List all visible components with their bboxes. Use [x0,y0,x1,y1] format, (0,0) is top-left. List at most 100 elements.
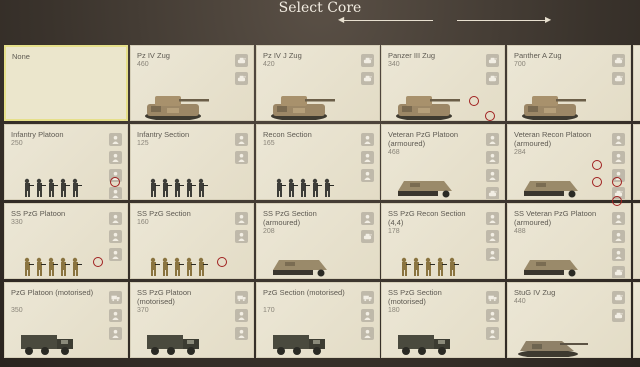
unit-card[interactable]: SS PzG Platoon (motorised) 370 [130,282,254,358]
person-slot-icon[interactable] [109,133,122,146]
person-slot-icon[interactable] [612,248,625,261]
unit-cost: 700 [514,61,526,68]
title-divider-left [343,20,433,21]
truck-slot-icon[interactable] [235,291,248,304]
person-slot-icon[interactable] [235,212,248,225]
truck-slot-icon[interactable] [109,291,122,304]
unit-card[interactable]: PzG Section (motorised) 170 [256,282,380,358]
tank-slot-icon[interactable] [612,72,625,85]
person-slot-icon[interactable] [109,151,122,164]
unit-cost: 440 [514,298,526,305]
person-slot-icon[interactable] [486,133,499,146]
unit-card-partial[interactable] [633,203,640,279]
person-slot-icon[interactable] [486,248,499,261]
person-slot-icon[interactable] [361,133,374,146]
truck-slot-icon[interactable] [486,291,499,304]
unit-card[interactable]: PzG Platoon (motorised) 350 [4,282,128,358]
unit-card[interactable]: Pz IV Zug 460 [130,45,254,121]
person-slot-icon[interactable] [361,212,374,225]
unit-card-partial[interactable] [633,45,640,121]
halftrack-slot-icon[interactable] [612,266,625,278]
highlight-ring-icon [592,160,602,170]
unit-cost: 460 [137,61,149,68]
unit-cost: 420 [263,61,275,68]
person-slot-icon[interactable] [109,309,122,322]
unit-cost: 208 [263,228,275,235]
tank-slot-icon[interactable] [486,72,499,85]
tank-slot-icon[interactable] [612,291,625,304]
unit-card[interactable]: Infantry Section 125 [130,124,254,200]
tank-icon [271,96,335,120]
unit-cost: 350 [11,307,23,314]
unit-cost: 160 [137,219,149,226]
person-slot-icon[interactable] [235,151,248,164]
person-slot-icon[interactable] [109,248,122,261]
person-slot-icon[interactable] [486,327,499,340]
tank-slot-icon[interactable] [361,54,374,67]
scroll-right-arrow-icon[interactable]: ▶ [545,16,551,24]
person-slot-icon[interactable] [235,133,248,146]
person-slot-icon[interactable] [486,169,499,182]
person-slot-icon[interactable] [486,212,499,225]
tank-slot-icon[interactable] [612,54,625,67]
person-slot-icon[interactable] [612,230,625,243]
halftrack-slot-icon[interactable] [486,187,499,199]
unit-cost: 250 [11,140,23,147]
person-slot-icon[interactable] [109,187,122,199]
unit-card[interactable]: Panzer III Zug 340 [381,45,505,121]
title-divider-right [457,20,547,21]
unit-card[interactable]: Veteran Recon Platoon (armoured) 284 [507,124,631,200]
person-slot-icon[interactable] [109,327,122,340]
person-slot-icon[interactable] [109,212,122,225]
unit-cost: 178 [388,228,400,235]
unit-cost: 125 [137,140,149,147]
tank-slot-icon[interactable] [486,54,499,67]
person-slot-icon[interactable] [235,327,248,340]
person-slot-icon[interactable] [235,309,248,322]
unit-card[interactable]: SS PzG Platoon 330 [4,203,128,279]
unit-card[interactable]: Panther A Zug 700 [507,45,631,121]
infantry-squad-icon [150,178,208,197]
person-slot-icon[interactable] [486,230,499,243]
unit-card[interactable]: SS PzG Section (armoured) 208 [256,203,380,279]
tank-slot-icon[interactable] [235,72,248,85]
highlight-ring-icon [110,177,120,187]
header: Select Core ◀ ▶ [0,0,640,44]
truck-icon [273,335,325,355]
core-unit-grid: None Pz IV Zug 460 Pz IV J Zug 420 Panzer III… [0,45,640,367]
unit-card[interactable]: Recon Section 165 [256,124,380,200]
unit-name: PzG Section (motorised) [263,288,345,297]
person-slot-icon[interactable] [612,151,625,164]
unit-card[interactable]: SS PzG Recon Section (4,4) 178 [381,203,505,279]
truck-icon [147,335,199,355]
tank-icon [522,96,586,120]
person-slot-icon[interactable] [361,309,374,322]
unit-card[interactable]: None [4,45,128,121]
assault-gun-icon [518,341,588,357]
truck-slot-icon[interactable] [361,291,374,304]
unit-card[interactable]: StuG IV Zug 440 [507,282,631,358]
unit-card[interactable]: Infantry Platoon 250 [4,124,128,200]
tank-slot-icon[interactable] [612,309,625,322]
person-slot-icon[interactable] [235,230,248,243]
unit-card[interactable]: SS PzG Section 160 [130,203,254,279]
person-slot-icon[interactable] [612,212,625,225]
person-slot-icon[interactable] [612,133,625,146]
unit-card-partial[interactable] [633,124,640,200]
person-slot-icon[interactable] [486,309,499,322]
unit-card[interactable]: Pz IV J Zug 420 [256,45,380,121]
person-slot-icon[interactable] [486,151,499,164]
person-slot-icon[interactable] [361,169,374,182]
unit-card[interactable]: SS Veteran PzG Platoon (armoured) 488 [507,203,631,279]
tank-slot-icon[interactable] [361,72,374,85]
unit-card-partial[interactable] [633,282,640,358]
tank-slot-icon[interactable] [235,54,248,67]
halftrack-slot-icon[interactable] [361,230,374,243]
unit-name: Pz IV J Zug [263,51,302,60]
unit-card[interactable]: SS PzG Section (motorised) 180 [381,282,505,358]
person-slot-icon[interactable] [361,327,374,340]
unit-card[interactable]: Veteran PzG Platoon (armoured) 468 [381,124,505,200]
person-slot-icon[interactable] [109,230,122,243]
person-slot-icon[interactable] [361,151,374,164]
highlight-ring-icon [93,257,103,267]
